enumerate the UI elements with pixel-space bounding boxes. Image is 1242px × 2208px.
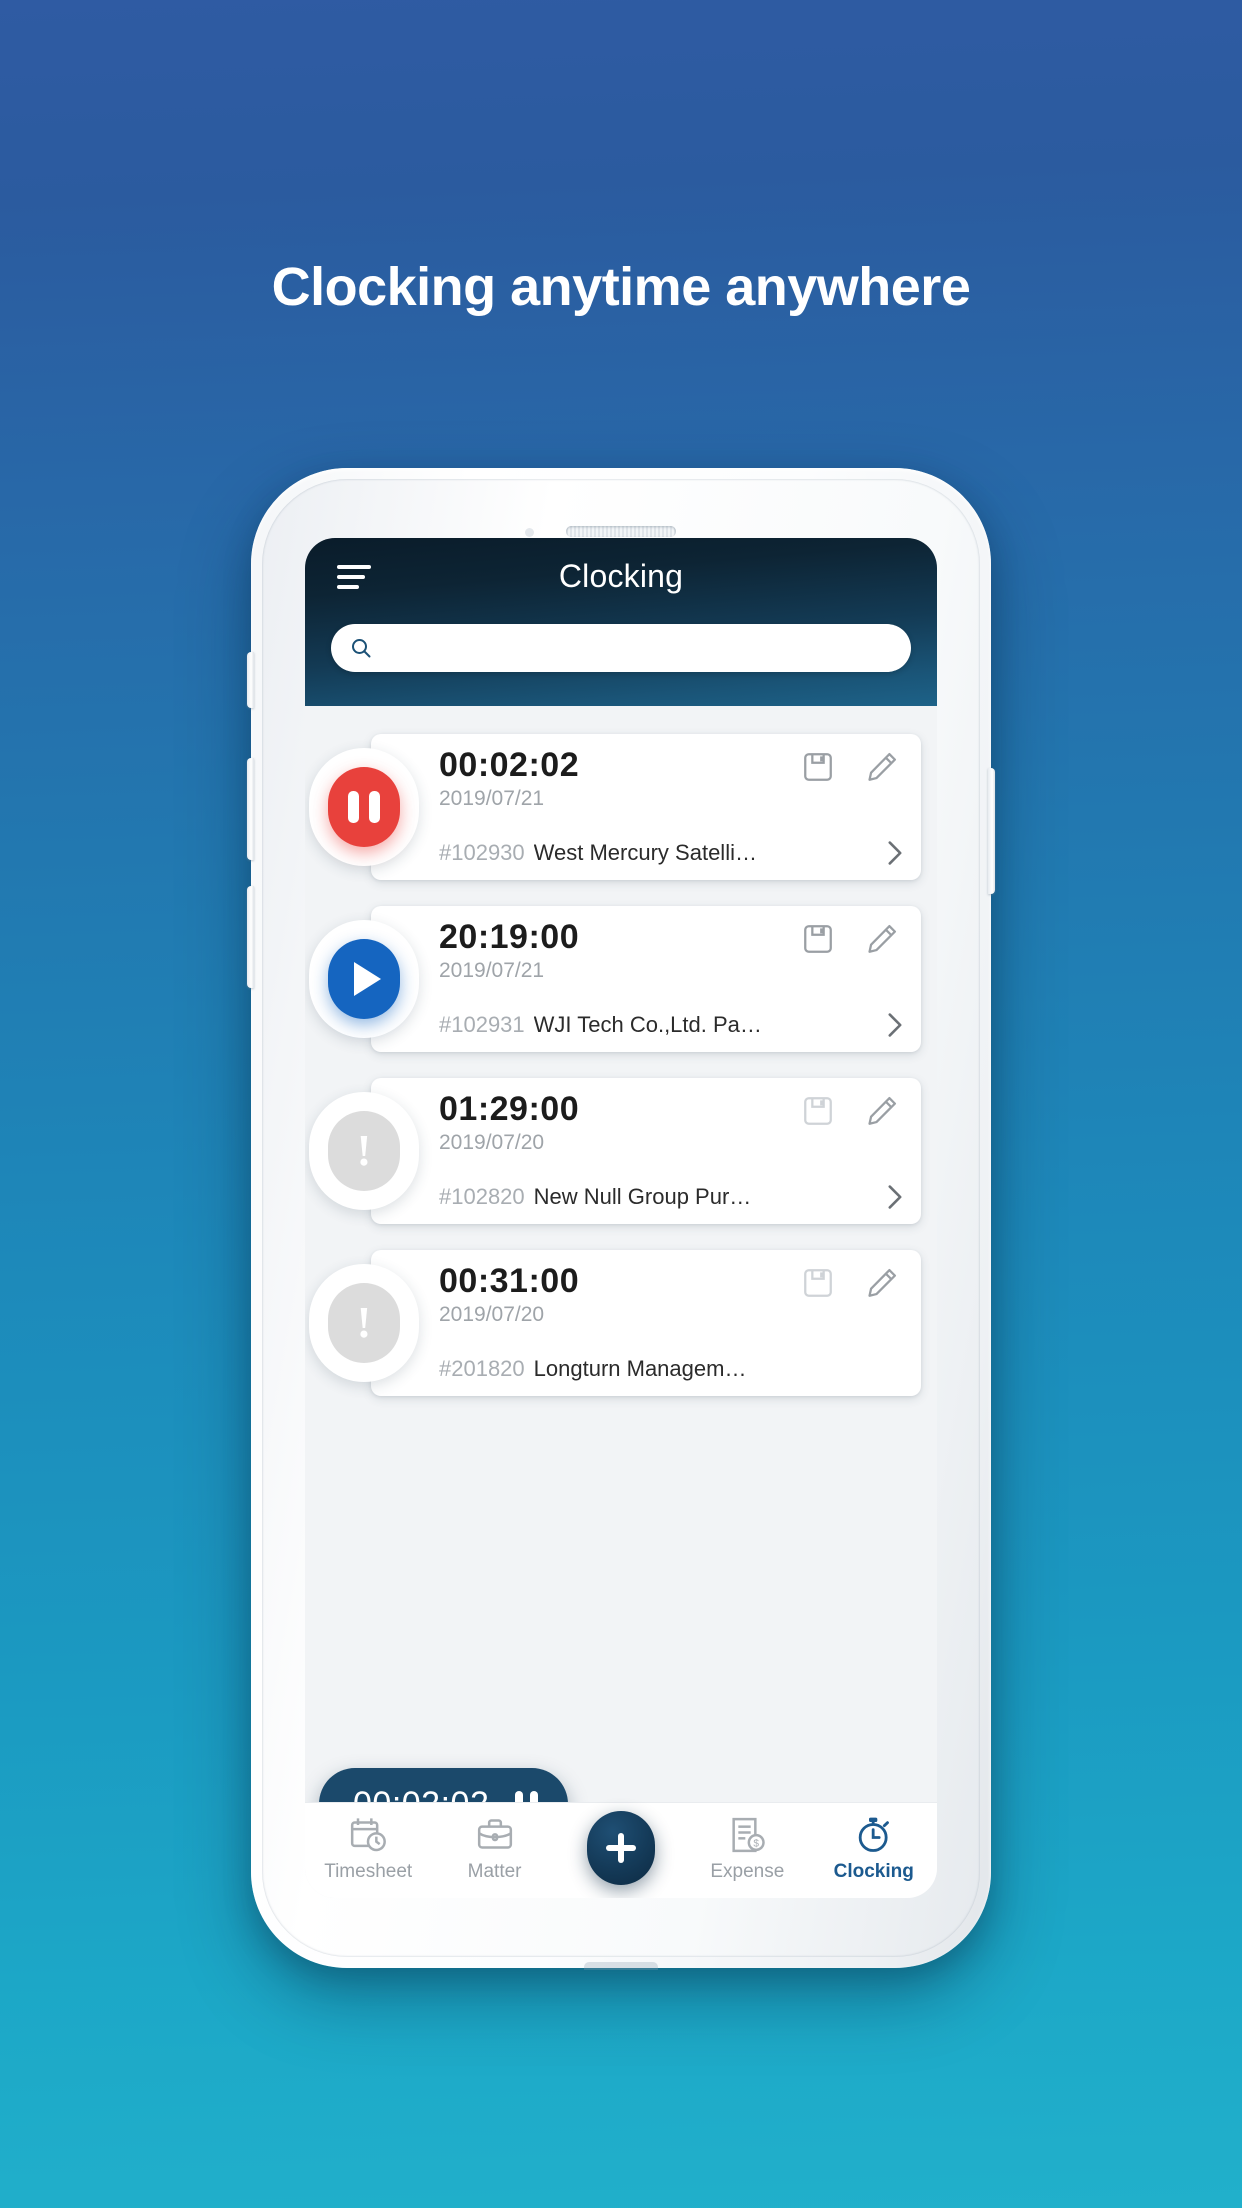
entry-matter-id: #201820 (439, 1356, 525, 1381)
save-icon[interactable] (801, 922, 835, 956)
entry-matter-name: WJI Tech Co.,Ltd. Pa… (533, 1012, 762, 1037)
nav-item-expense[interactable]: $ Expense (693, 1815, 801, 1881)
save-icon[interactable] (801, 750, 835, 784)
nav-item-clocking[interactable]: Clocking (820, 1815, 928, 1881)
power-button[interactable] (988, 768, 995, 894)
clocking-entry-row[interactable]: 20:19:00 2019/07/21 #102931 WJI Tech Co.… (309, 906, 921, 1052)
nav-label: Timesheet (324, 1861, 413, 1882)
clocking-entry-row[interactable]: ! 00:31:00 2019/07/20 #201820 Longturn M… (309, 1250, 921, 1396)
receipt-dollar-icon: $ (732, 1817, 766, 1853)
save-icon[interactable] (801, 1094, 835, 1128)
entry-matter-name: New Null Group Pur… (533, 1184, 752, 1209)
app-title: Clocking (558, 558, 684, 594)
nav-label: Expense (710, 1861, 785, 1882)
chevron-right-icon[interactable] (885, 1184, 905, 1210)
chevron-right-icon[interactable] (885, 840, 905, 866)
entry-date: 2019/07/20 (439, 1302, 545, 1326)
clocking-entry-list: 00:02:02 2019/07/21 #102930 West Mercury… (305, 706, 937, 1898)
nav-label: Clocking (833, 1861, 914, 1882)
volume-down-button[interactable] (247, 886, 254, 988)
silent-switch-button[interactable] (247, 652, 254, 708)
entry-matter-id: #102820 (439, 1184, 525, 1209)
bottom-navigation: Timesheet Matter $ Expense Clocking (305, 1802, 937, 1898)
charging-port (584, 1962, 658, 1970)
pencil-icon[interactable] (865, 1266, 899, 1300)
nav-item-timesheet[interactable]: Timesheet (314, 1815, 422, 1881)
pencil-icon[interactable] (865, 1094, 899, 1128)
add-entry-fab[interactable] (586, 1811, 655, 1885)
page-title: Clocking anytime anywhere (271, 257, 971, 317)
phone-mockup: Clocking 00:02:02 2019/07/21 #102930 Wes… (247, 468, 995, 1970)
entry-matter-name: Longturn Managem… (533, 1356, 747, 1381)
svg-text:$: $ (754, 1839, 760, 1850)
entry-date: 2019/07/21 (439, 786, 545, 810)
save-icon[interactable] (801, 1266, 835, 1300)
clocking-entry-row[interactable]: ! 01:29:00 2019/07/20 #102820 New Null G… (309, 1078, 921, 1224)
calendar-clock-icon (351, 1818, 387, 1852)
phone-screen: Clocking 00:02:02 2019/07/21 #102930 Wes… (305, 538, 937, 1898)
app-header: Clocking (305, 538, 937, 706)
nav-item-matter[interactable]: Matter (441, 1815, 549, 1881)
earpiece-speaker (566, 526, 676, 537)
front-camera-icon (525, 528, 534, 537)
search-icon (352, 639, 371, 658)
pencil-icon[interactable] (865, 750, 899, 784)
entry-matter-id: #102931 (439, 1012, 525, 1037)
entry-date: 2019/07/20 (439, 1130, 545, 1154)
chevron-right-icon[interactable] (885, 1012, 905, 1038)
entry-date: 2019/07/21 (439, 958, 545, 982)
pencil-icon[interactable] (865, 922, 899, 956)
search-bar[interactable] (331, 624, 911, 672)
stopwatch-icon (858, 1817, 889, 1852)
search-input[interactable] (373, 624, 911, 672)
nav-label: Matter (467, 1861, 522, 1882)
clocking-entry-row[interactable]: 00:02:02 2019/07/21 #102930 West Mercury… (309, 734, 921, 880)
entry-matter-name: West Mercury Satelli… (533, 840, 757, 865)
entry-matter-id: #102930 (439, 840, 525, 865)
briefcase-icon (477, 1819, 512, 1849)
volume-up-button[interactable] (247, 758, 254, 860)
